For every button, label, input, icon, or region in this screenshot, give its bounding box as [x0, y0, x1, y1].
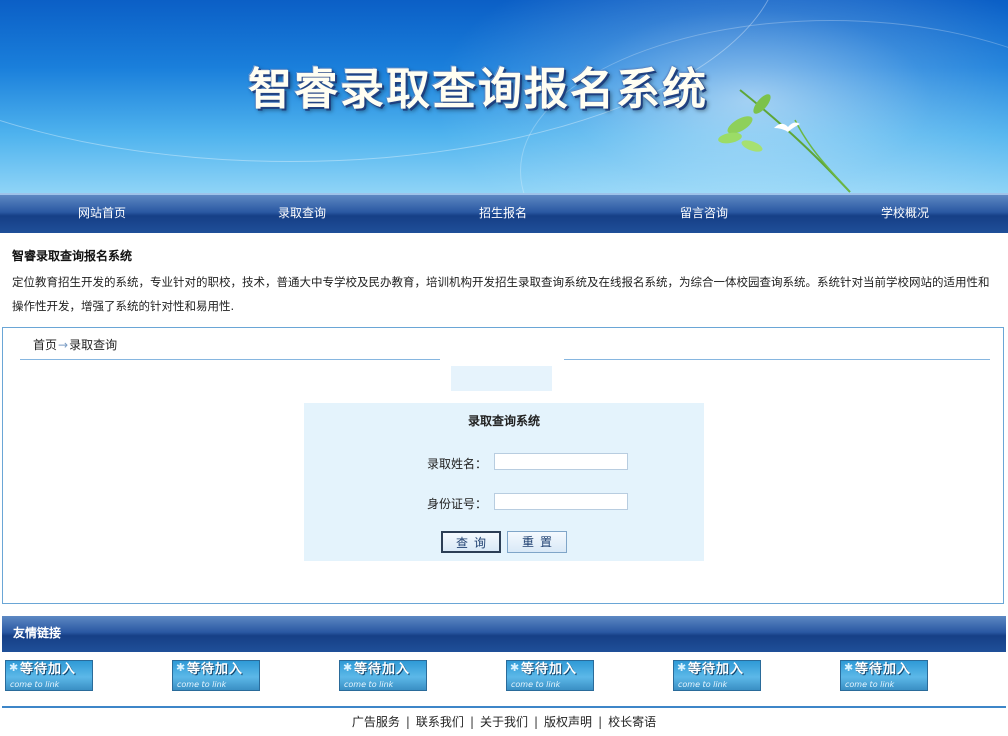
query-button[interactable]: 查询 — [441, 531, 501, 553]
star-icon: ✱ — [9, 661, 19, 674]
footer-separator: | — [405, 715, 410, 729]
nav-item-message[interactable]: 留言咨询 — [644, 195, 764, 233]
footer-divider — [2, 706, 1006, 708]
badge-label: 等待加入 — [521, 662, 578, 677]
badge-sublabel: come to link — [344, 680, 394, 689]
site-title: 智睿录取查询报名系统 — [248, 64, 708, 115]
nav-item-admission-query[interactable]: 录取查询 — [242, 195, 362, 233]
badge-sublabel: come to link — [678, 680, 728, 689]
footer-separator: | — [598, 715, 603, 729]
badge-label: 等待加入 — [20, 662, 77, 677]
link-badge[interactable]: ✱ 等待加入 come to link — [840, 660, 928, 691]
star-icon: ✱ — [176, 661, 186, 674]
footer-link-ads[interactable]: 广告服务 — [352, 715, 400, 729]
badge-label: 等待加入 — [354, 662, 411, 677]
link-badge[interactable]: ✱ 等待加入 come to link — [673, 660, 761, 691]
star-icon: ✱ — [510, 661, 520, 674]
footer-separator: | — [469, 715, 474, 729]
bird-icon — [774, 122, 800, 132]
footer-link-copyright[interactable]: 版权声明 — [544, 715, 592, 729]
footer-separator: | — [534, 715, 539, 729]
link-badge[interactable]: ✱ 等待加入 come to link — [172, 660, 260, 691]
breadcrumb-current: 录取查询 — [69, 338, 118, 352]
breadcrumb-home[interactable]: 首页 — [33, 338, 57, 352]
footer-link-about[interactable]: 关于我们 — [480, 715, 528, 729]
name-input[interactable] — [494, 453, 628, 470]
footer-link-contact[interactable]: 联系我们 — [416, 715, 464, 729]
intro-text: 定位教育招生开发的系统，专业针对的职校，技术，普通大中专学校及民办教育，培训机构… — [12, 275, 990, 313]
links-title: 友情链接 — [13, 626, 62, 640]
id-number-input[interactable] — [494, 493, 628, 510]
badge-sublabel: come to link — [10, 680, 60, 689]
nav-item-enrollment[interactable]: 招生报名 — [443, 195, 563, 233]
badge-label: 等待加入 — [187, 662, 244, 677]
star-icon: ✱ — [343, 661, 353, 674]
main-nav: 网站首页 录取查询 招生报名 留言咨询 学校概况 — [0, 193, 1008, 233]
star-icon: ✱ — [677, 661, 687, 674]
panel-tab — [451, 366, 552, 391]
divider — [564, 359, 990, 360]
star-icon: ✱ — [844, 661, 854, 674]
header-banner: 智睿录取查询报名系统 — [0, 0, 1008, 193]
links-bar — [2, 616, 1006, 652]
breadcrumb-arrow-icon: → — [58, 338, 69, 352]
badge-label: 等待加入 — [688, 662, 745, 677]
link-badge[interactable]: ✱ 等待加入 come to link — [5, 660, 93, 691]
nav-item-home[interactable]: 网站首页 — [42, 195, 162, 233]
footer-link-principal[interactable]: 校长寄语 — [608, 715, 656, 729]
name-label: 录取姓名： — [427, 457, 488, 471]
link-badge[interactable]: ✱ 等待加入 come to link — [339, 660, 427, 691]
footer-links: 广告服务 | 联系我们 | 关于我们 | 版权声明 | 校长寄语 — [0, 713, 1008, 730]
link-badge[interactable]: ✱ 等待加入 come to link — [506, 660, 594, 691]
badge-label: 等待加入 — [855, 662, 912, 677]
reset-button[interactable]: 重置 — [507, 531, 567, 553]
breadcrumb: 首页→录取查询 — [33, 336, 117, 353]
badge-sublabel: come to link — [177, 680, 227, 689]
badge-sublabel: come to link — [845, 680, 895, 689]
form-title: 录取查询系统 — [467, 414, 540, 428]
id-number-label: 身份证号： — [427, 497, 488, 511]
nav-item-school-overview[interactable]: 学校概况 — [845, 195, 965, 233]
divider — [20, 359, 440, 360]
badge-sublabel: come to link — [511, 680, 561, 689]
intro-title: 智睿录取查询报名系统 — [12, 249, 133, 263]
